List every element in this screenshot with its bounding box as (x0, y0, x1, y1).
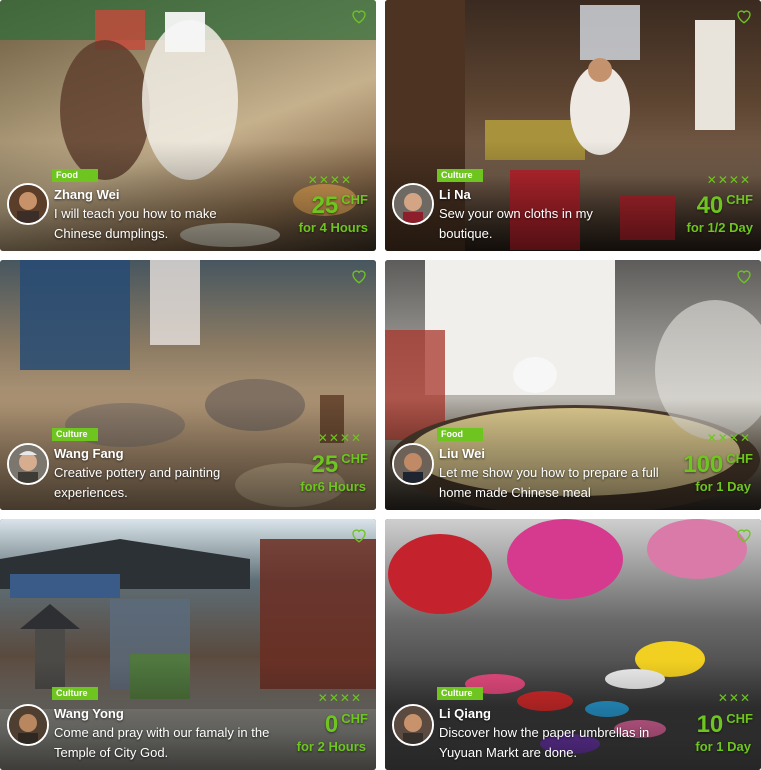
price-currency: CHF (726, 451, 753, 466)
category-badge: Culture (437, 169, 483, 182)
price-currency: CHF (341, 192, 368, 207)
avatar (7, 183, 49, 225)
avatar (392, 704, 434, 746)
rating-marks: ✕✕✕✕ (317, 691, 362, 705)
price: 10 CHF (697, 711, 753, 739)
host-name: Liu Wei (439, 446, 485, 461)
price: 40 CHF (697, 192, 753, 220)
host-name: Wang Fang (54, 446, 124, 461)
heart-icon[interactable] (350, 7, 368, 25)
host-name: Li Na (439, 187, 471, 202)
duration: for 1 Day (695, 479, 751, 494)
host-name: Li Qiang (439, 706, 491, 721)
duration: for 1 Day (695, 739, 751, 754)
price-currency: CHF (726, 192, 753, 207)
price-currency: CHF (726, 711, 753, 726)
host-name: Zhang Wei (54, 187, 120, 202)
price: 25 CHF (312, 192, 368, 220)
price: 0 CHF (325, 711, 368, 739)
experience-card[interactable]: Culture Li Qiang Discover how the paper … (385, 519, 761, 770)
avatar (7, 443, 49, 485)
experience-card[interactable]: Culture Wang Fang Creative pottery and p… (0, 260, 376, 510)
price: 100 CHF (683, 451, 753, 479)
price-value: 40 (696, 192, 724, 219)
price-currency: CHF (341, 451, 368, 466)
heart-icon[interactable] (735, 7, 753, 25)
experience-description: I will teach you how to make Chinese dum… (54, 206, 217, 241)
heart-icon[interactable] (735, 267, 753, 285)
category-badge: Culture (437, 687, 483, 700)
price-value: 10 (696, 711, 724, 738)
rating-marks: ✕✕✕✕ (706, 173, 751, 187)
rating-marks: ✕✕✕ (717, 691, 751, 705)
rating-marks: ✕✕✕✕ (317, 431, 362, 445)
heart-icon[interactable] (350, 526, 368, 544)
category-badge: Food (52, 169, 98, 182)
experience-description: Let me show you how to prepare a full ho… (439, 465, 659, 500)
duration: for 1/2 Day (686, 220, 753, 235)
duration: for 2 Hours (296, 739, 366, 754)
avatar (7, 704, 49, 746)
experience-card[interactable]: Food Zhang Wei I will teach you how to m… (0, 0, 376, 251)
rating-marks: ✕✕✕✕ (706, 431, 751, 445)
experience-description: Come and pray with our famaly in the Tem… (54, 725, 270, 760)
heart-icon[interactable] (350, 267, 368, 285)
heart-icon[interactable] (735, 526, 753, 544)
price-value: 100 (683, 451, 724, 478)
experience-description: Creative pottery and painting experience… (54, 465, 221, 500)
experience-card[interactable]: Culture Wang Yong Come and pray with our… (0, 519, 376, 770)
price-value: 0 (324, 711, 339, 738)
avatar (392, 443, 434, 485)
category-badge: Food (437, 428, 483, 441)
duration: for 4 Hours (298, 220, 368, 235)
price-value: 25 (311, 451, 339, 478)
price: 25 CHF (312, 451, 368, 479)
category-badge: Culture (52, 428, 98, 441)
duration: for6 Hours (300, 479, 366, 494)
experience-card[interactable]: Culture Li Na Sew your own cloths in my … (385, 0, 761, 251)
price-value: 25 (311, 192, 339, 219)
host-name: Wang Yong (54, 706, 124, 721)
avatar (392, 183, 434, 225)
price-currency: CHF (341, 711, 368, 726)
experience-grid: Food Zhang Wei I will teach you how to m… (0, 0, 761, 770)
experience-card[interactable]: Food Liu Wei Let me show you how to prep… (385, 260, 761, 510)
experience-description: Sew your own cloths in my boutique. (439, 206, 593, 241)
category-badge: Culture (52, 687, 98, 700)
rating-marks: ✕✕✕✕ (307, 173, 352, 187)
experience-description: Discover how the paper umbrellas in Yuyu… (439, 725, 650, 760)
